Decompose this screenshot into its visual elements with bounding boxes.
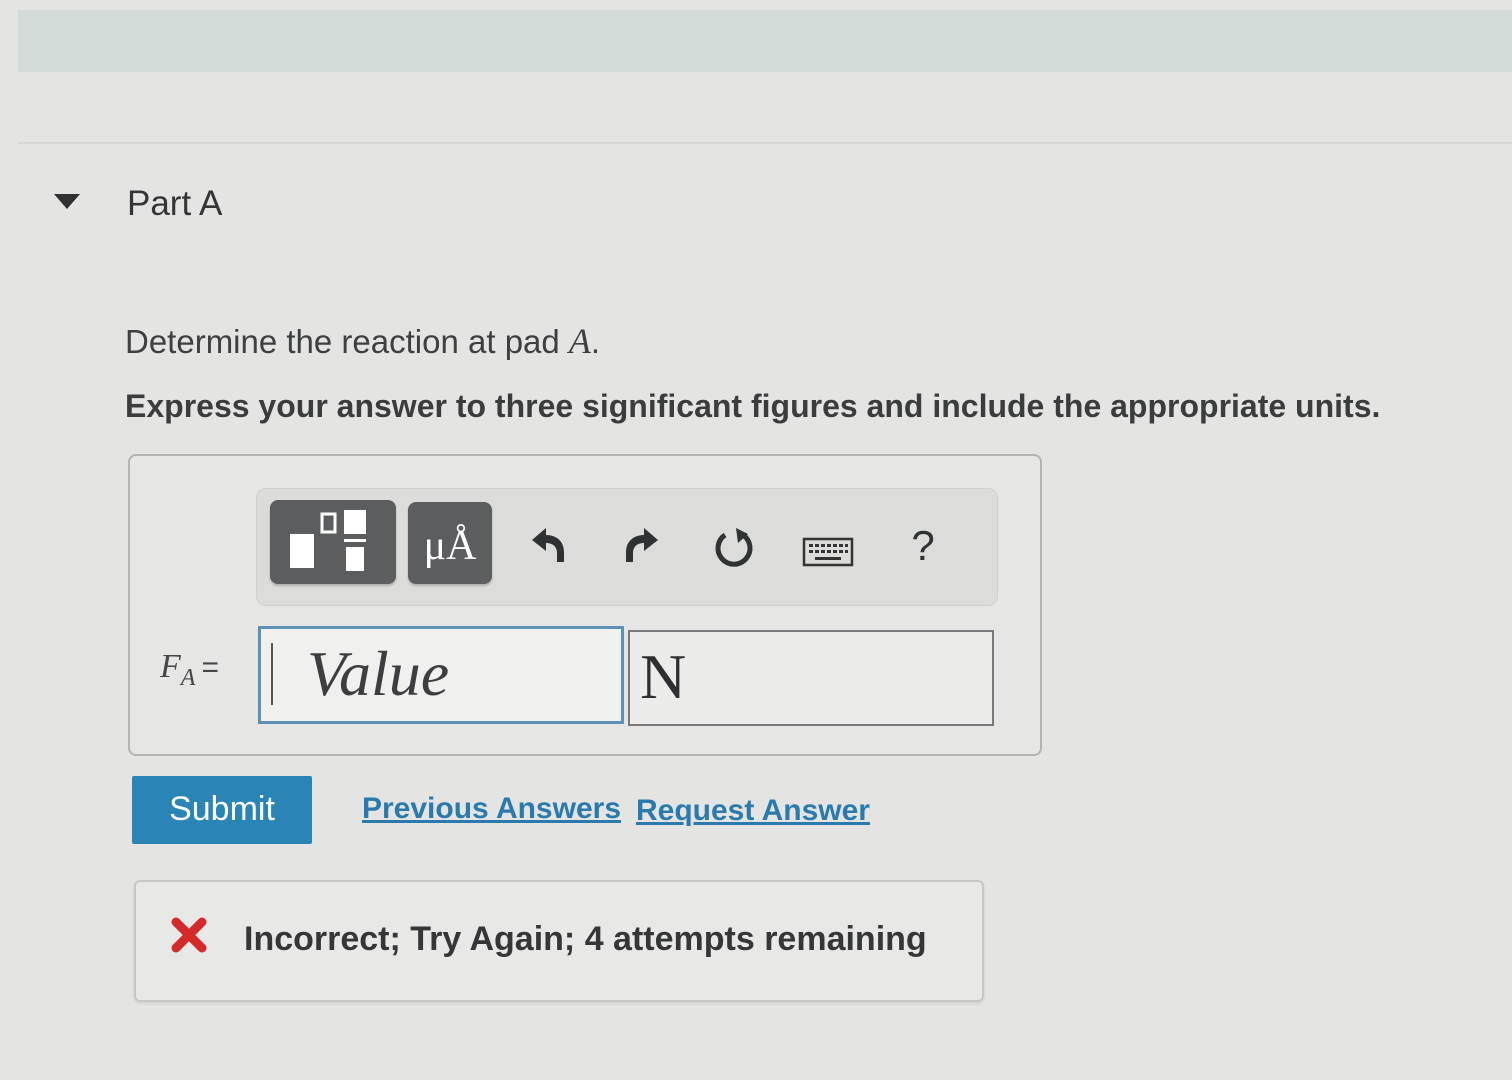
top-divider	[18, 142, 1512, 144]
part-header[interactable]: Part A	[40, 176, 440, 232]
variable-symbol: F	[160, 648, 181, 685]
value-input[interactable]: Value	[258, 626, 624, 724]
redo-button[interactable]	[622, 520, 666, 572]
undo-icon	[532, 528, 564, 562]
question-variable: A	[568, 321, 591, 361]
keyboard-button[interactable]	[802, 536, 854, 568]
unit-value: N	[640, 641, 687, 712]
request-answer-link[interactable]: Request Answer	[636, 794, 870, 828]
unit-input[interactable]: N	[628, 630, 994, 726]
templates-button[interactable]	[270, 500, 396, 584]
submit-button[interactable]: Submit	[132, 776, 312, 844]
feedback-message: Incorrect; Try Again; 4 attempts remaini…	[244, 920, 927, 958]
question-text: Determine the reaction at pad A.	[125, 320, 600, 362]
part-title: Part A	[127, 184, 223, 223]
variable-subscript: A	[180, 664, 196, 691]
answer-instruction: Express your answer to three significant…	[125, 388, 1381, 424]
help-button[interactable]: ?	[906, 522, 940, 572]
x-icon	[171, 917, 207, 953]
reset-button[interactable]	[712, 526, 756, 570]
keyboard-icon	[802, 537, 854, 567]
question-period: .	[590, 323, 601, 360]
text-cursor	[271, 643, 273, 705]
top-banner	[18, 10, 1512, 72]
collapse-caret-icon[interactable]	[54, 194, 80, 209]
units-button[interactable]: μÅ	[408, 502, 492, 584]
redo-icon	[626, 528, 658, 562]
previous-answers-link[interactable]: Previous Answers	[362, 792, 621, 826]
reset-icon	[715, 528, 753, 567]
value-placeholder: Value	[307, 638, 450, 709]
question-prompt: Determine the reaction at pad	[125, 323, 569, 360]
undo-button[interactable]	[524, 520, 568, 572]
answer-variable-label: FA =	[160, 648, 219, 692]
templates-icon	[290, 510, 366, 571]
equals-sign: =	[201, 651, 219, 684]
